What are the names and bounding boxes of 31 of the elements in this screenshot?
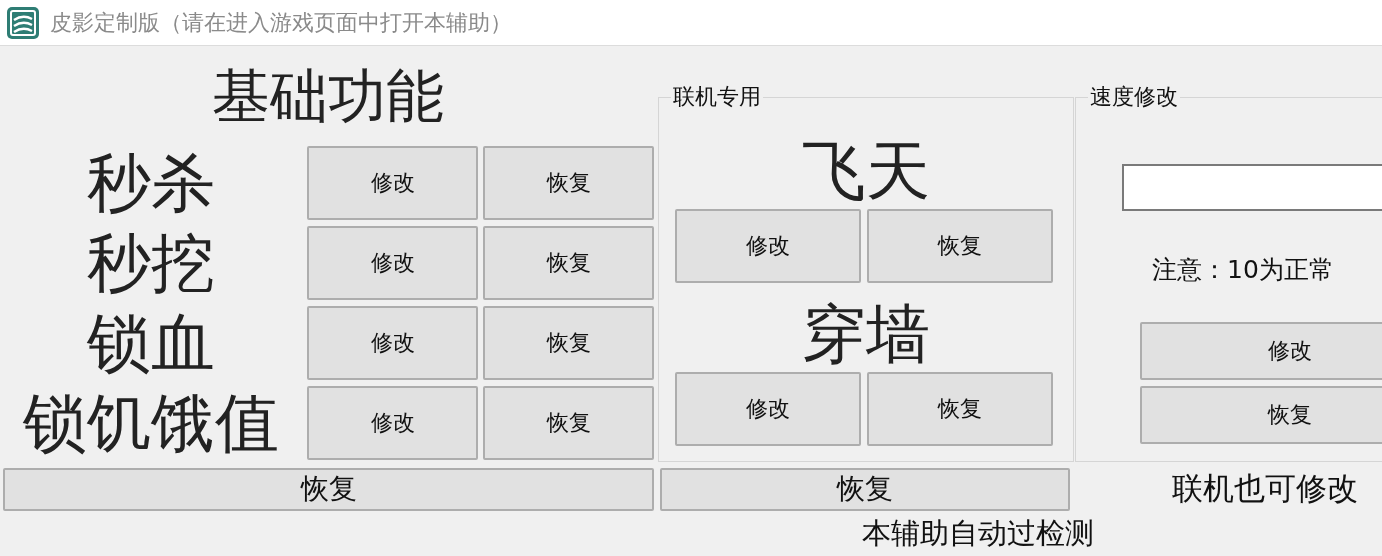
- restore-button[interactable]: 恢复: [483, 386, 654, 460]
- restore-button[interactable]: 恢复: [867, 209, 1053, 283]
- modify-button[interactable]: 修改: [675, 372, 861, 446]
- app-logo-icon: [6, 5, 40, 40]
- restore-all-button[interactable]: 恢复: [3, 467, 654, 511]
- feature-label: 锁血: [87, 306, 215, 380]
- feature-label: 秒挖: [87, 226, 215, 300]
- modify-button[interactable]: 修改: [675, 209, 861, 283]
- footer-note: 本辅助自动过检测: [862, 515, 1094, 552]
- speed-note: 注意：10为正常: [1152, 254, 1335, 286]
- modify-button[interactable]: 修改: [307, 306, 478, 380]
- feature-label: 秒杀: [87, 146, 215, 220]
- modify-button[interactable]: 修改: [307, 386, 478, 460]
- online-note: 联机也可修改: [1172, 469, 1358, 508]
- group-legend: 速度修改: [1088, 82, 1180, 112]
- feature-label: 穿墙: [802, 297, 930, 372]
- restore-button[interactable]: 恢复: [1140, 386, 1382, 444]
- section-heading: 基础功能: [211, 61, 445, 132]
- restore-all-button[interactable]: 恢复: [660, 467, 1070, 511]
- window-title: 皮影定制版（请在进入游戏页面中打开本辅助）: [50, 8, 512, 37]
- restore-button[interactable]: 恢复: [867, 372, 1053, 446]
- speed-input-field[interactable]: [1122, 164, 1382, 211]
- modify-button[interactable]: 修改: [307, 226, 478, 300]
- restore-button[interactable]: 恢复: [483, 226, 654, 300]
- feature-label: 锁饥饿值: [23, 386, 279, 460]
- restore-button[interactable]: 恢复: [483, 146, 654, 220]
- feature-label: 飞天: [802, 134, 930, 209]
- restore-button[interactable]: 恢复: [483, 306, 654, 380]
- group-legend: 联机专用: [671, 82, 763, 112]
- modify-button[interactable]: 修改: [1140, 322, 1382, 380]
- modify-button[interactable]: 修改: [307, 146, 478, 220]
